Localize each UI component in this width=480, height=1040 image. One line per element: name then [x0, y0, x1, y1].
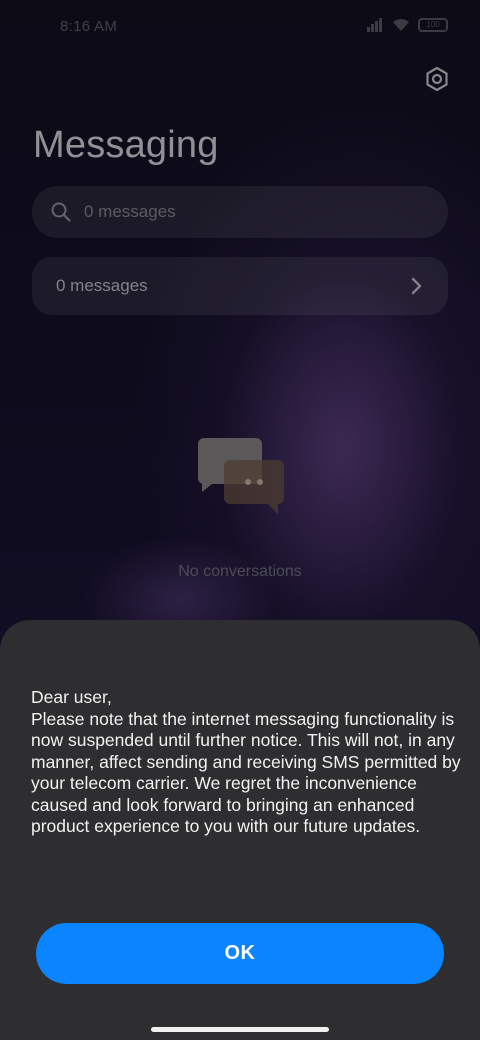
notice-message: Dear user, Please note that the internet…: [31, 687, 461, 838]
home-indicator[interactable]: [151, 1027, 329, 1032]
notice-body: Please note that the internet messaging …: [31, 708, 461, 837]
messaging-screen: 8:16 AM 100 Messaging 0 messages 0 messa…: [0, 0, 480, 1040]
ok-button[interactable]: OK: [36, 923, 444, 984]
notice-greeting: Dear user,: [31, 687, 112, 707]
